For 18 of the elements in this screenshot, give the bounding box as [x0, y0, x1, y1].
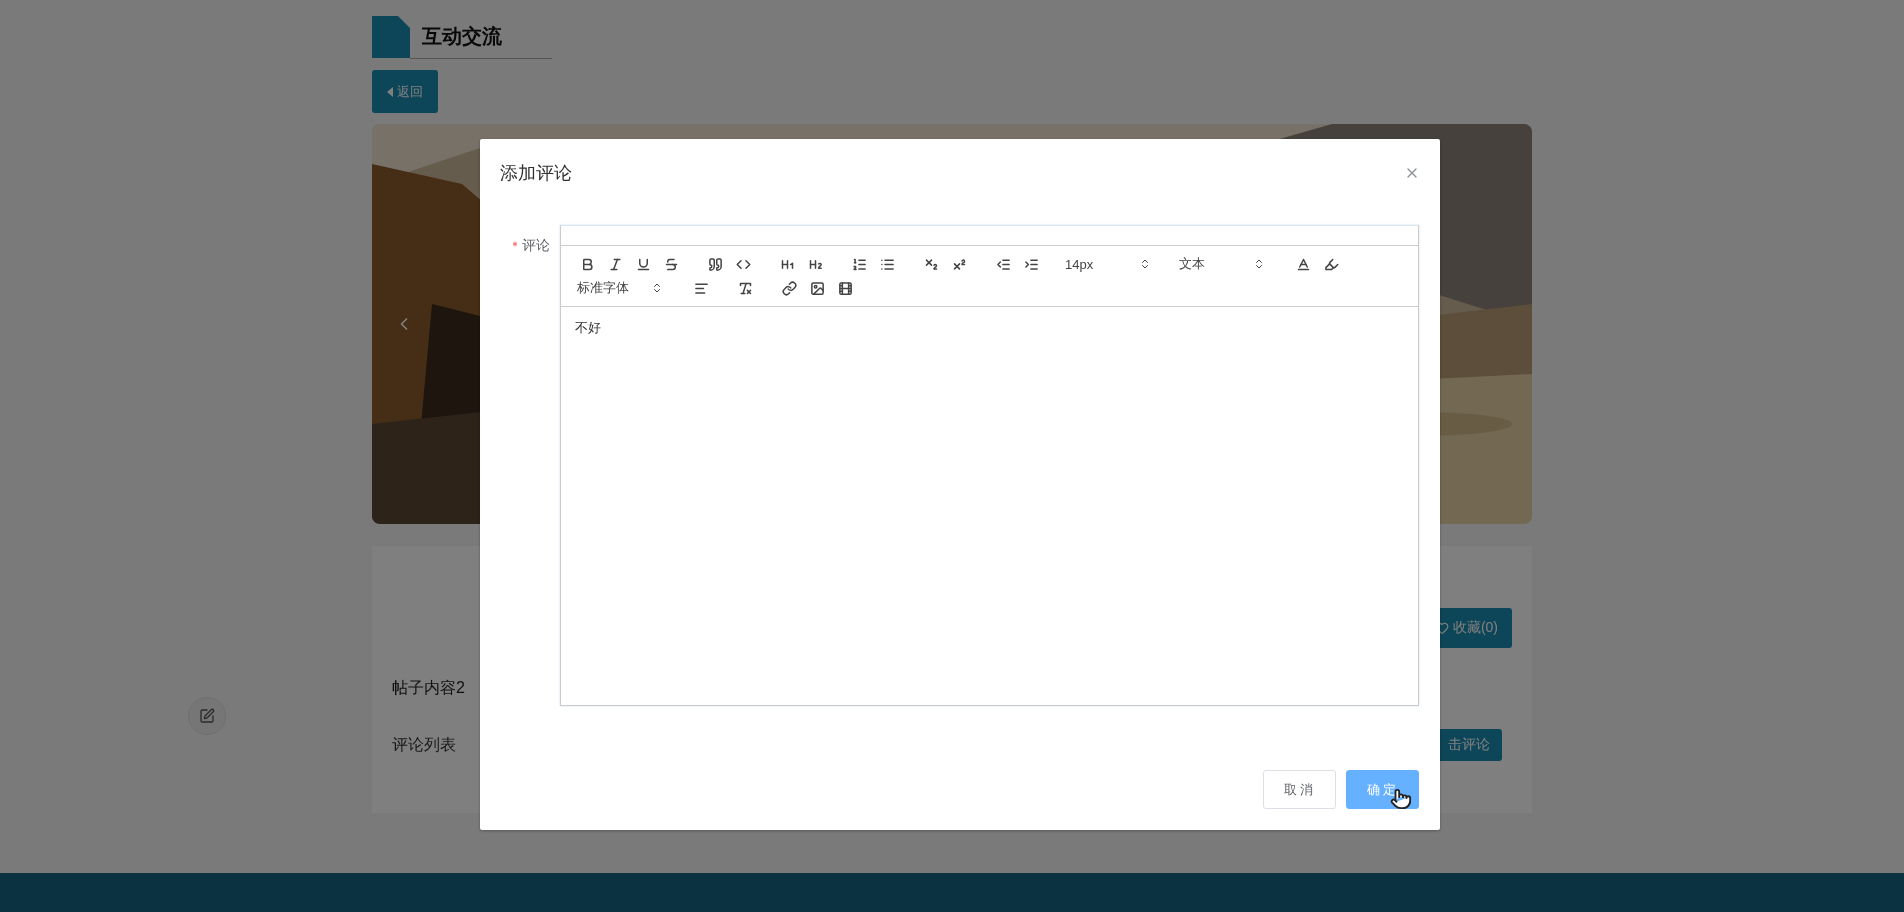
page-title: 互动交流	[410, 23, 552, 59]
post-content: 帖子内容2	[392, 678, 466, 698]
font-select[interactable]: 标准字体	[573, 276, 671, 300]
document-icon	[372, 16, 410, 58]
editor-content: 不好	[574, 319, 602, 337]
dialog-title: 添加评论	[500, 162, 572, 185]
edit-button[interactable]	[188, 697, 226, 735]
font-size-select[interactable]: 14px	[1061, 252, 1159, 276]
cancel-button[interactable]: 取消	[1263, 770, 1336, 809]
rich-text-editor[interactable]: 14px 文本 标准字体 不好	[560, 225, 1419, 706]
comments-heading: 评论列表	[392, 734, 456, 755]
caret-icon	[387, 86, 393, 97]
edit-icon	[199, 708, 215, 724]
up-down-icon	[651, 282, 663, 294]
field-label: 评论	[522, 237, 550, 255]
up-down-icon	[1139, 258, 1151, 270]
heading-select[interactable]: 文本	[1175, 252, 1273, 276]
up-down-icon	[1253, 258, 1265, 270]
